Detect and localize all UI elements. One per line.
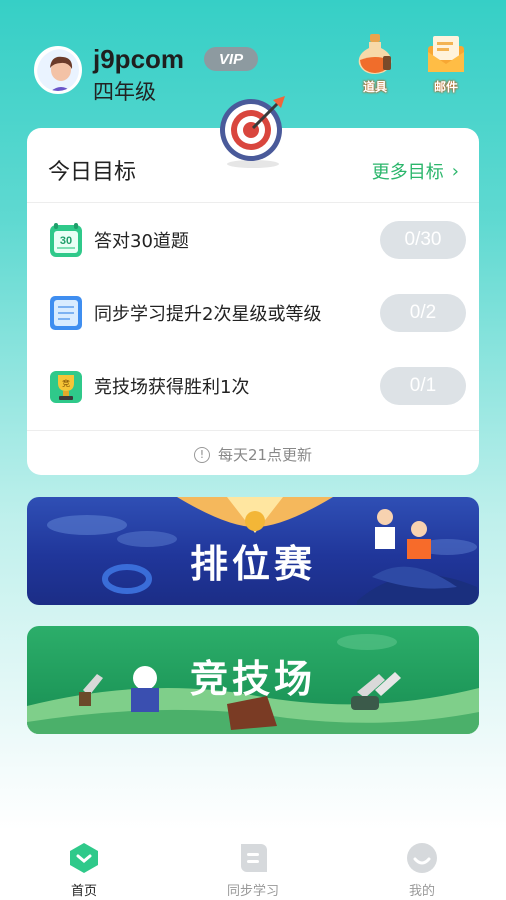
divider	[27, 202, 479, 203]
goal-text: 竞技场获得胜利1次	[94, 377, 250, 398]
ranked-match-banner[interactable]: 排位赛	[27, 497, 479, 605]
goal-progress: 0/2	[380, 294, 466, 332]
svg-text:30: 30	[60, 235, 72, 247]
notebook-icon	[50, 296, 82, 330]
more-goals-link[interactable]: 更多目标 ›	[372, 158, 459, 184]
nav-sync-label: 同步学习	[226, 884, 279, 899]
refresh-note: ! 每天21点更新	[27, 444, 479, 465]
info-icon: !	[193, 446, 210, 463]
mail-icon	[428, 36, 464, 72]
divider	[27, 430, 479, 431]
more-goals-label: 更多目标	[371, 162, 444, 183]
mail-label: 邮件	[433, 80, 458, 94]
trophy-icon: 竞	[50, 371, 82, 403]
goal-item[interactable]: 30 答对30道题 0/30	[48, 220, 466, 260]
arena-banner-title: 竞技场	[189, 657, 316, 701]
grade-label: 四年级	[93, 80, 156, 104]
nav-mine[interactable]: 我的	[377, 842, 467, 899]
svg-text:竞: 竞	[62, 378, 70, 388]
card-title: 今日目标	[48, 160, 137, 185]
props-label: 道具	[362, 80, 387, 94]
home-icon	[70, 843, 98, 873]
avatar-icon	[37, 49, 79, 91]
nav-sync-study[interactable]: 同步学习	[208, 842, 298, 899]
goal-item[interactable]: 竞 竞技场获得胜利1次 0/1	[48, 366, 466, 406]
nav-home-label: 首页	[70, 884, 97, 899]
username: j9pcom	[93, 44, 185, 74]
goal-item[interactable]: 同步学习提升2次星级或等级 0/2	[48, 293, 466, 333]
props-button[interactable]: 道具	[350, 32, 400, 96]
goal-text: 答对30道题	[94, 231, 189, 252]
book-icon	[241, 844, 267, 872]
profile-icon	[407, 843, 437, 873]
ranked-banner-title: 排位赛	[189, 542, 316, 586]
goal-progress: 0/30	[380, 221, 466, 259]
bottom-nav: 首页 同步学习 我的	[0, 830, 506, 900]
nav-mine-label: 我的	[408, 884, 435, 899]
calendar-30-icon: 30	[50, 223, 82, 257]
goal-text: 同步学习提升2次星级或等级	[94, 304, 322, 325]
nav-home[interactable]: 首页	[39, 842, 129, 899]
avatar[interactable]	[34, 46, 82, 94]
target-icon	[220, 96, 285, 168]
daily-goals-card: 今日目标 更多目标 › 30 答对30道题 0/30 同步学习提升2次星级或等级…	[27, 96, 479, 475]
goal-progress: 0/1	[380, 367, 466, 405]
mail-button[interactable]: 邮件	[421, 32, 471, 96]
chevron-right-icon: ›	[451, 160, 459, 182]
potion-icon	[358, 34, 392, 74]
refresh-note-text: 每天21点更新	[217, 446, 313, 464]
vip-badge[interactable]: VIP	[204, 47, 258, 71]
arena-banner[interactable]: 竞技场	[27, 626, 479, 734]
